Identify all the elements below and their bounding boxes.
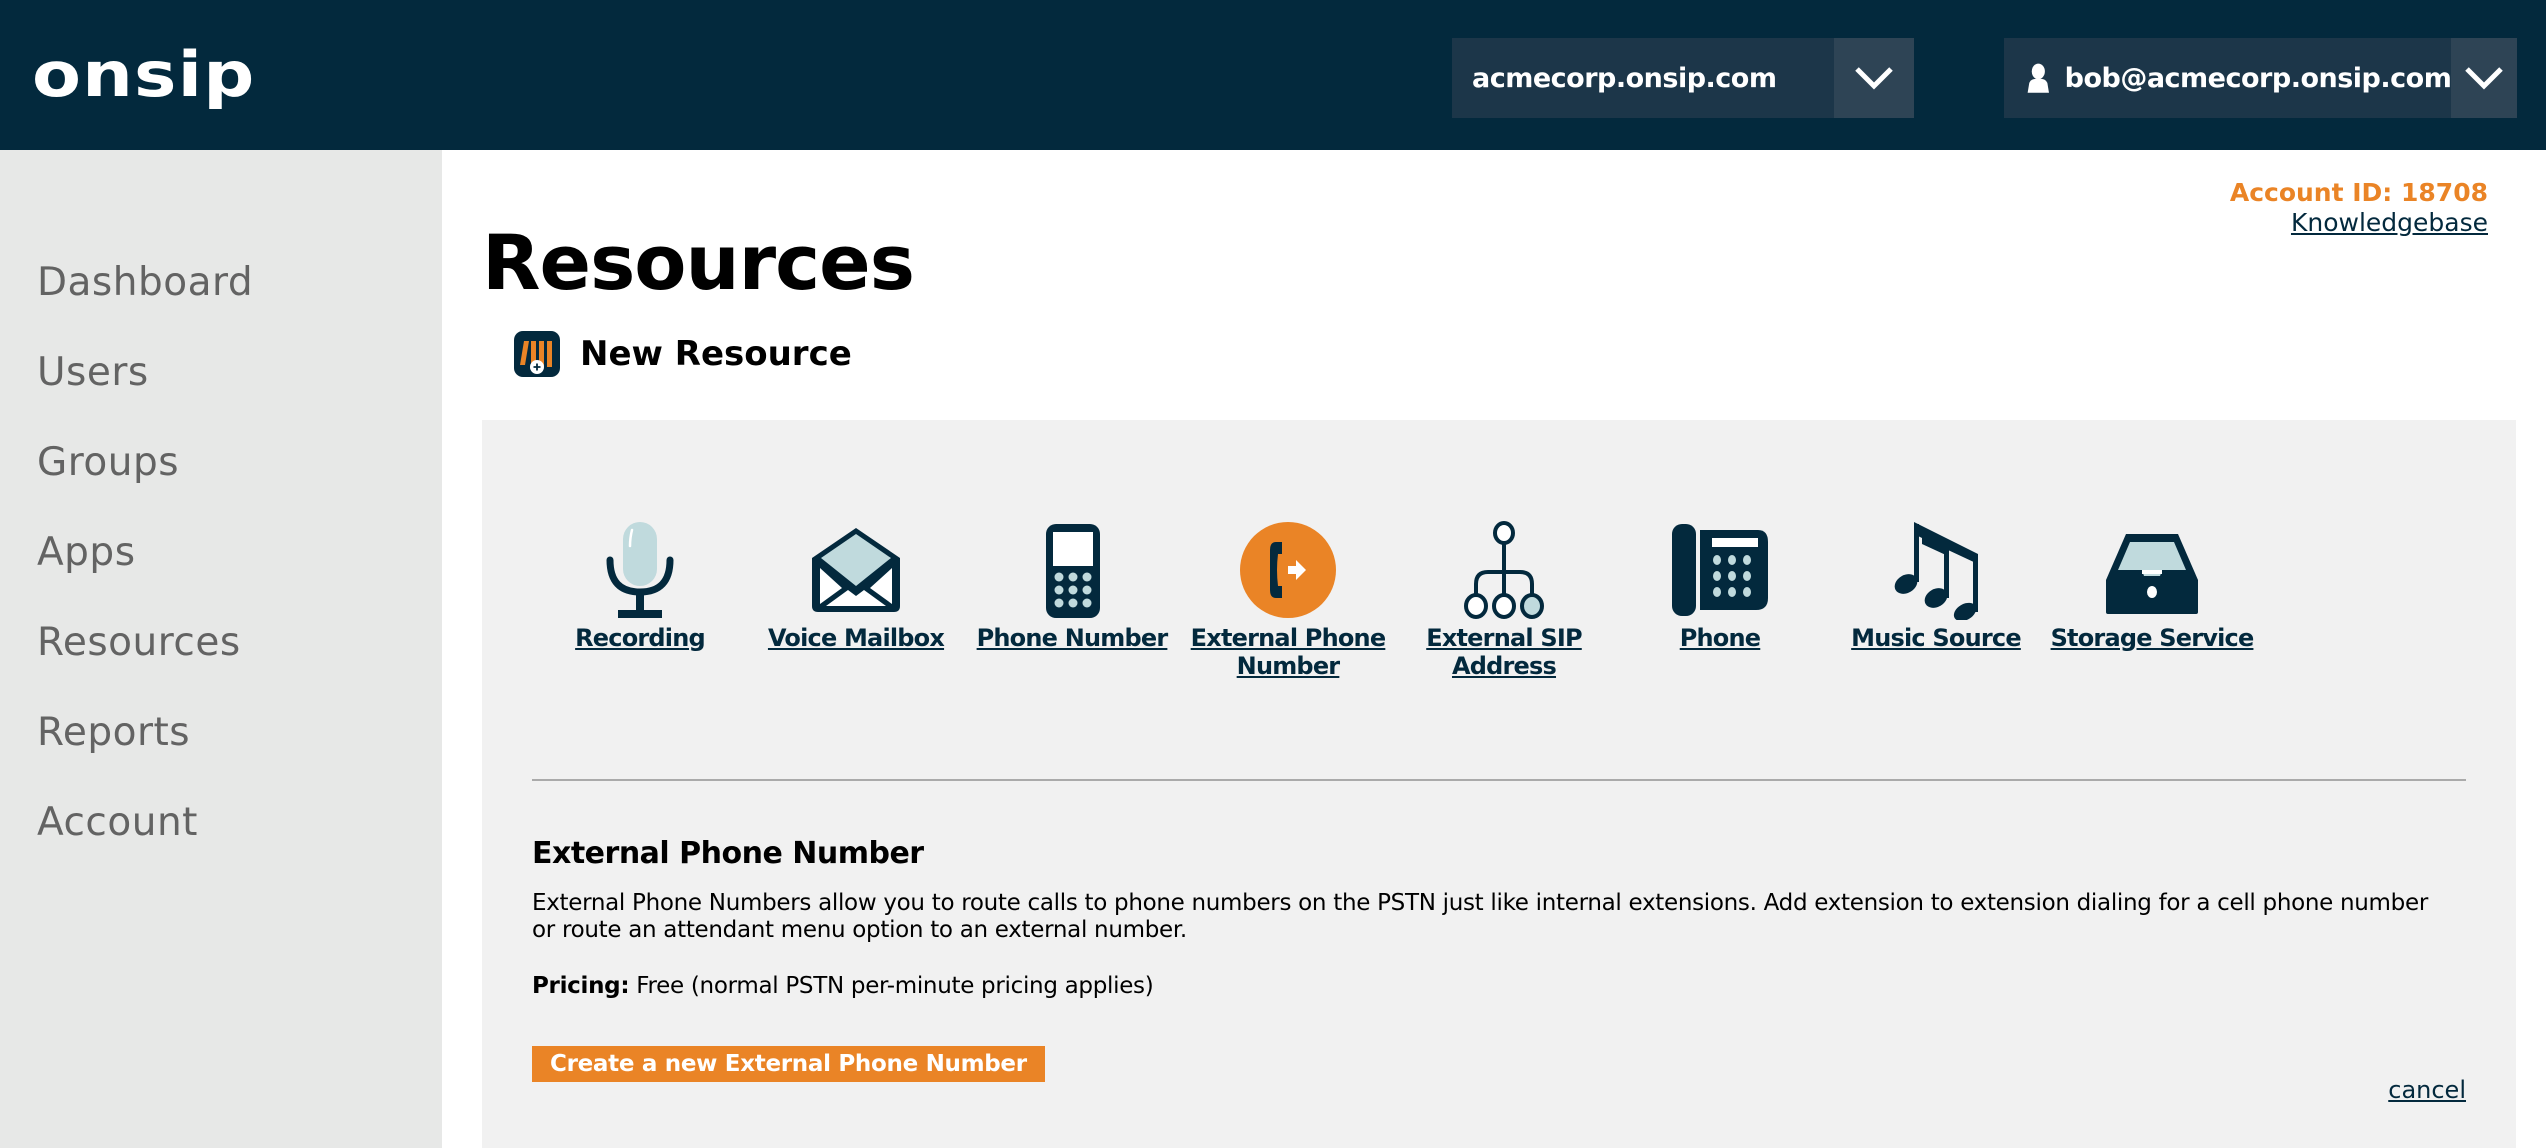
onsip-logo[interactable]: onsip: [32, 44, 255, 106]
resource-type-external-sip-address[interactable]: External SIP Address: [1396, 520, 1612, 680]
new-resource-icon: [514, 331, 560, 377]
sidebar-item-account[interactable]: Account: [37, 800, 198, 845]
account-id: Account ID: 18708: [2229, 178, 2488, 207]
page-title: Resources: [482, 218, 915, 307]
create-external-phone-number-button[interactable]: Create a new External Phone Number: [532, 1046, 1045, 1082]
resource-type-voice-mailbox[interactable]: Voice Mailbox: [748, 520, 964, 652]
music-note-icon: [1894, 522, 1978, 620]
user-icon: [2027, 63, 2049, 93]
cancel-link[interactable]: cancel: [2388, 1076, 2466, 1104]
mobile-phone-icon: [1046, 524, 1100, 618]
sidebar-item-dashboard[interactable]: Dashboard: [37, 260, 253, 305]
new-resource-label: New Resource: [580, 334, 852, 374]
resource-type-phone[interactable]: Phone: [1612, 520, 1828, 652]
resource-type-label[interactable]: External Phone Number: [1180, 624, 1396, 680]
resource-type-label[interactable]: External SIP Address: [1396, 624, 1612, 680]
envelope-icon: [812, 528, 900, 612]
chevron-down-icon: [2465, 67, 2503, 90]
sidebar-item-users[interactable]: Users: [37, 350, 149, 395]
storage-tray-icon: [2106, 534, 2198, 614]
sidebar-item-apps[interactable]: Apps: [37, 530, 136, 575]
chevron-down-icon: [1855, 67, 1893, 90]
sip-tree-icon: [1464, 521, 1544, 619]
new-resource-panel: Recording Voice Mailbox Phone Number Ext…: [482, 420, 2516, 1148]
sidebar-item-resources[interactable]: Resources: [37, 620, 241, 665]
sidebar-item-groups[interactable]: Groups: [37, 440, 179, 485]
resource-type-label[interactable]: Voice Mailbox: [748, 624, 964, 652]
pricing-label: Pricing:: [532, 973, 630, 999]
domain-selector[interactable]: acmecorp.onsip.com: [1452, 38, 1914, 118]
resource-type-external-phone-number[interactable]: External Phone Number: [1180, 520, 1396, 680]
resource-type-label[interactable]: Storage Service: [2044, 624, 2260, 652]
resource-type-recording[interactable]: Recording: [532, 520, 748, 652]
top-header: onsip acmecorp.onsip.com bob@acmecorp.on…: [0, 0, 2546, 150]
new-resource-heading: New Resource: [514, 331, 852, 377]
pricing-value: Free (normal PSTN per-minute pricing app…: [636, 973, 1154, 999]
user-selector[interactable]: bob@acmecorp.onsip.com: [2004, 38, 2517, 118]
user-dropdown-button[interactable]: [2451, 38, 2517, 118]
microphone-icon: [606, 522, 674, 618]
external-call-icon: [1240, 522, 1336, 618]
user-selector-value: bob@acmecorp.onsip.com: [2064, 62, 2452, 94]
resource-type-label[interactable]: Music Source: [1828, 624, 2044, 652]
resource-type-label[interactable]: Phone Number: [964, 624, 1180, 652]
domain-dropdown-button[interactable]: [1834, 38, 1914, 118]
sidebar-nav: Dashboard Users Groups Apps Resources Re…: [0, 150, 442, 1148]
desk-phone-icon: [1672, 524, 1768, 616]
resource-type-storage-service[interactable]: Storage Service: [2044, 520, 2260, 652]
resource-type-phone-number[interactable]: Phone Number: [964, 520, 1180, 652]
domain-selector-value: acmecorp.onsip.com: [1472, 62, 1777, 94]
resource-type-label[interactable]: Phone: [1612, 624, 1828, 652]
resource-type-music-source[interactable]: Music Source: [1828, 520, 2044, 652]
pricing-line: Pricing: Free (normal PSTN per-minute pr…: [532, 973, 1154, 999]
resource-type-label[interactable]: Recording: [532, 624, 748, 652]
sidebar-item-reports[interactable]: Reports: [37, 710, 190, 755]
detail-description: External Phone Numbers allow you to rout…: [532, 890, 2428, 943]
section-divider: [532, 779, 2466, 781]
detail-title: External Phone Number: [532, 836, 924, 871]
knowledgebase-link[interactable]: Knowledgebase: [2291, 208, 2488, 237]
